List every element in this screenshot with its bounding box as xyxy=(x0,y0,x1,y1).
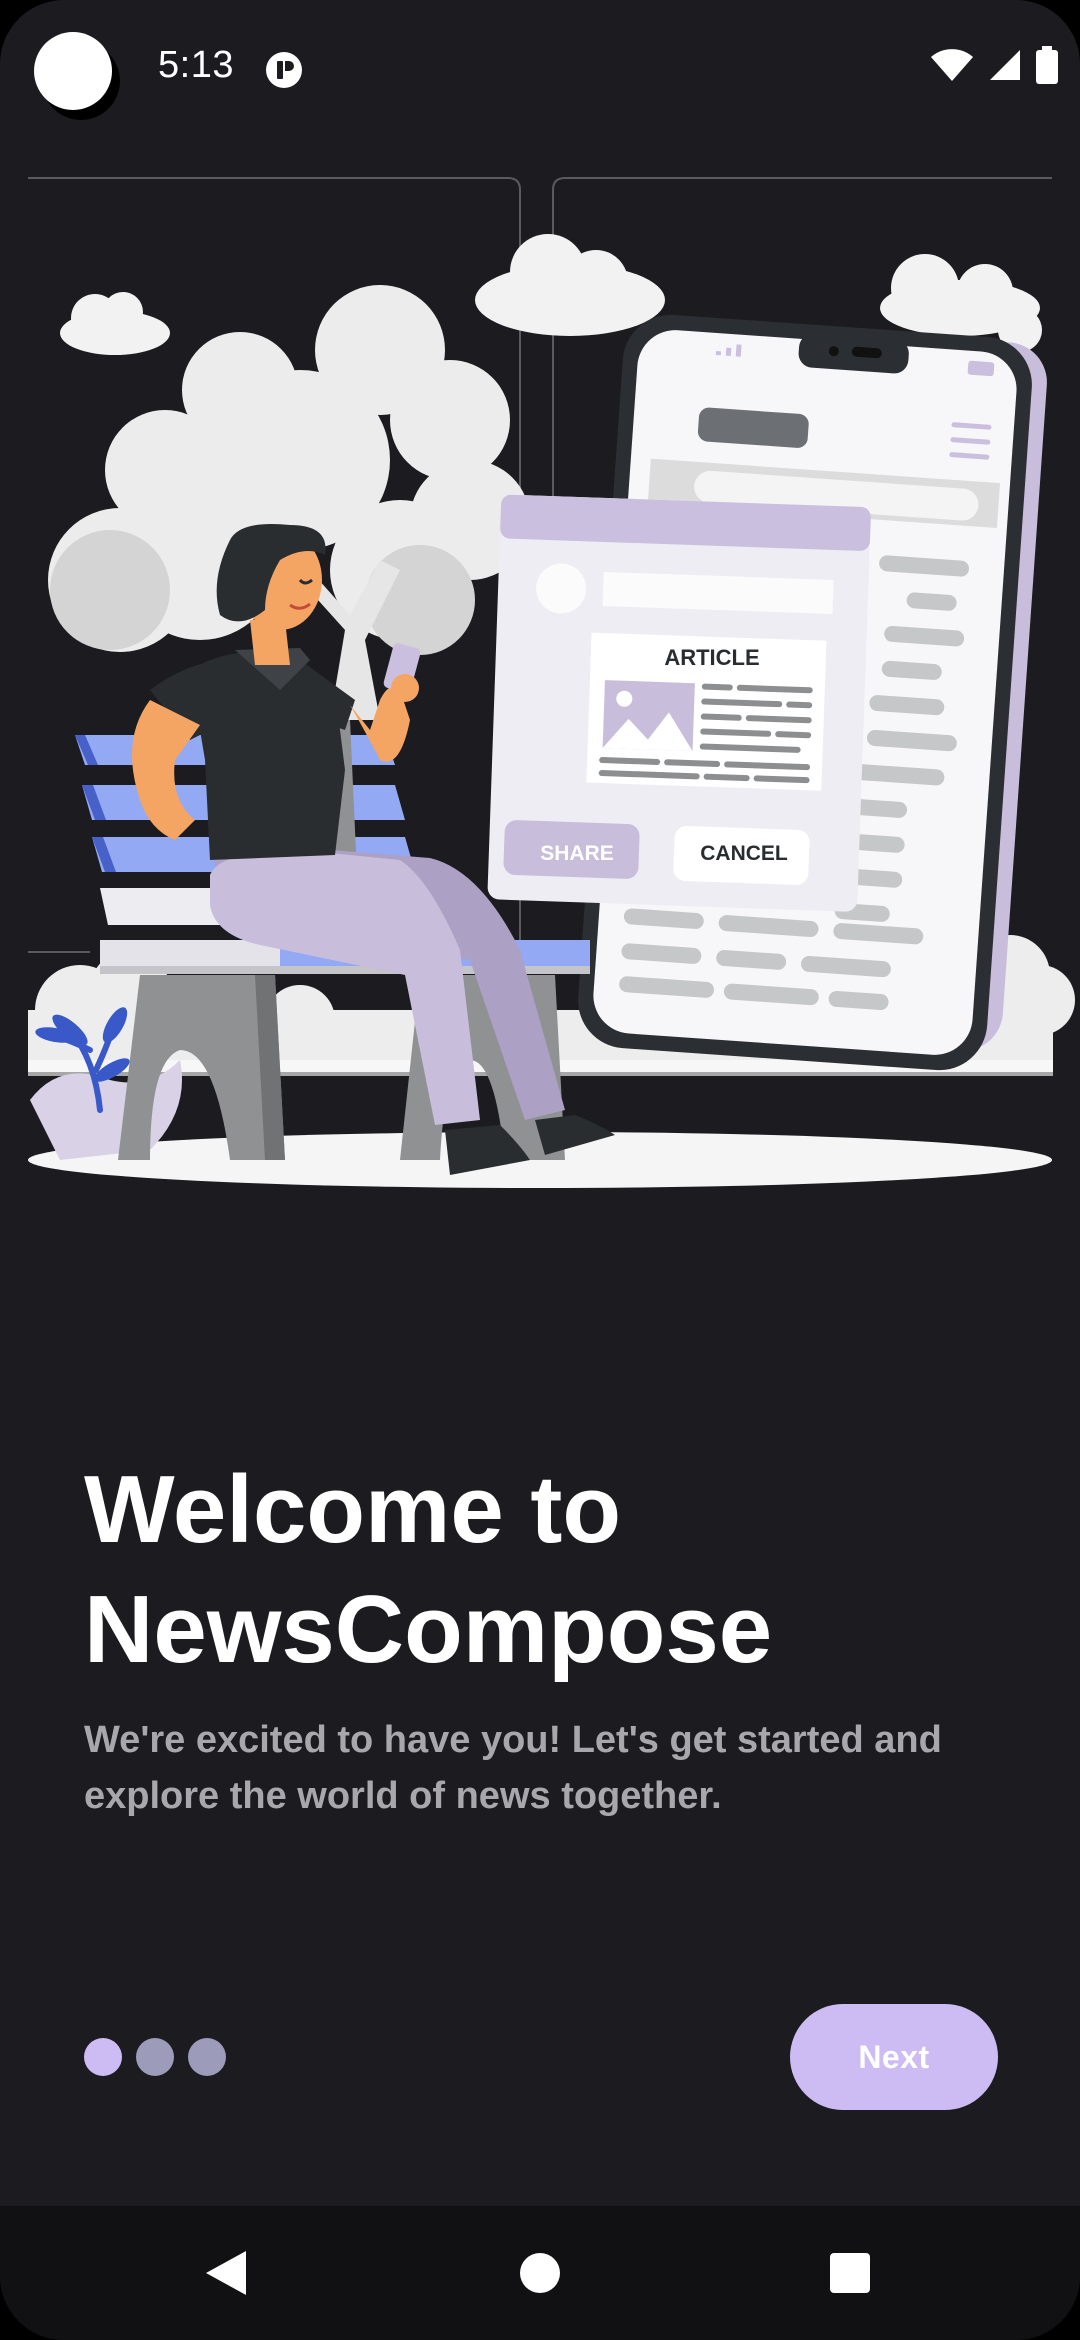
recents-button[interactable] xyxy=(770,2206,930,2340)
welcome-title: Welcome to NewsCompose xyxy=(84,1450,1004,1690)
article-heading: ARTICLE xyxy=(664,645,759,670)
page-indicator xyxy=(84,2038,226,2076)
onboarding-illustration: ARTICLE SHARE CANCEL xyxy=(28,177,1075,1188)
camera-cutout-icon xyxy=(34,32,112,110)
next-button[interactable]: Next xyxy=(790,2004,998,2110)
back-button[interactable] xyxy=(146,2206,306,2340)
status-bar: 5:13 xyxy=(0,0,1080,140)
status-time: 5:13 xyxy=(158,44,234,86)
back-icon xyxy=(206,2251,246,2295)
battery-icon xyxy=(1036,46,1058,84)
cellular-signal-icon xyxy=(990,50,1020,80)
page-dot-active xyxy=(84,2038,122,2076)
welcome-title-line2: NewsCompose xyxy=(84,1576,773,1683)
app-screen: 5:13 ARTICLE SHARE CANCEL Welcome to New… xyxy=(0,0,1080,2340)
welcome-title-line1: Welcome to xyxy=(84,1456,621,1563)
home-button[interactable] xyxy=(460,2206,620,2340)
welcome-subtitle-line1: We're excited to have you! Let's get sta… xyxy=(84,1719,942,1761)
home-icon xyxy=(520,2253,560,2293)
page-dot xyxy=(188,2038,226,2076)
welcome-subtitle: We're excited to have you! Let's get sta… xyxy=(84,1712,984,1824)
wifi-icon xyxy=(931,49,973,81)
card-share-label: SHARE xyxy=(540,842,614,865)
status-icons xyxy=(930,46,1058,84)
page-dot xyxy=(136,2038,174,2076)
card-cancel-label: CANCEL xyxy=(700,842,788,865)
notification-icon xyxy=(266,52,302,88)
recents-icon xyxy=(830,2253,870,2293)
welcome-subtitle-line2: explore the world of news together. xyxy=(84,1775,722,1817)
system-nav-bar xyxy=(0,2206,1080,2340)
